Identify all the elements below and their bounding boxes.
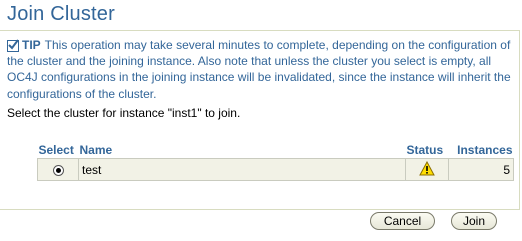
instances-count: 5 [448, 158, 514, 181]
instruction-text: Select the cluster for instance "inst1" … [7, 106, 241, 120]
status-cell [405, 158, 449, 181]
footer-divider [0, 209, 520, 210]
tip-header: TIP [7, 37, 45, 53]
column-header-instances: Instances [448, 142, 514, 159]
cluster-radio-button[interactable] [52, 164, 64, 176]
column-header-name: Name [78, 142, 406, 159]
content-frame-border [519, 30, 520, 210]
checkmark-icon [7, 39, 19, 53]
table-header-row: Select Name Status Instances [37, 142, 514, 159]
table-row: test 5 [37, 158, 514, 181]
column-header-select: Select [37, 142, 79, 159]
cluster-table: Select Name Status Instances test 5 [37, 142, 514, 181]
warning-icon [419, 160, 435, 179]
cancel-button[interactable]: Cancel [370, 212, 435, 230]
join-button[interactable]: Join [451, 212, 497, 230]
tip-message: TIP This operation may take several minu… [7, 37, 512, 102]
page-title: Join Cluster [7, 3, 115, 25]
select-cell [37, 158, 79, 181]
tip-text: This operation may take several minutes … [7, 38, 511, 101]
cluster-name: test [78, 158, 406, 181]
tip-label: TIP [22, 38, 41, 52]
title-divider [0, 30, 520, 31]
column-header-status: Status [405, 142, 449, 159]
